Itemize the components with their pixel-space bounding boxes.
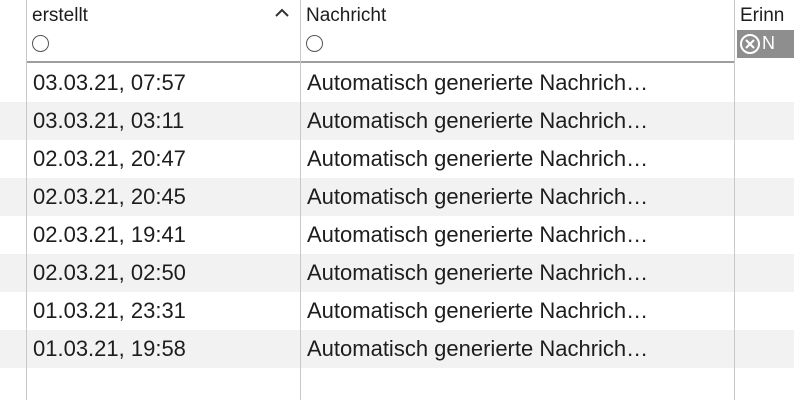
column-header-created[interactable]: erstellt xyxy=(27,0,300,62)
created-cell: 02.03.21, 20:45 xyxy=(33,184,186,209)
table-row[interactable]: 03.03.21, 03:11 Automatisch generierte N… xyxy=(0,102,794,140)
table-header: erstellt Nachricht Erinn N xyxy=(0,0,794,63)
table-row[interactable]: 01.03.21, 19:58 Automatisch generierte N… xyxy=(0,330,794,368)
message-cell: Automatisch generierte Nachrich… xyxy=(307,260,649,285)
chevron-up-icon[interactable] xyxy=(273,6,291,20)
header-divider xyxy=(301,61,734,63)
header-divider xyxy=(27,61,300,63)
table-row[interactable]: 01.03.21, 23:31 Automatisch generierte N… xyxy=(0,292,794,330)
message-cell: Automatisch generierte Nachrich… xyxy=(307,108,649,133)
table-row[interactable]: 02.03.21, 20:47 Automatisch generierte N… xyxy=(0,140,794,178)
created-cell: 03.03.21, 03:11 xyxy=(33,108,185,133)
message-cell: Automatisch generierte Nachrich… xyxy=(307,336,649,361)
message-cell: Automatisch generierte Nachrich… xyxy=(307,222,649,247)
created-cell: 02.03.21, 20:47 xyxy=(33,146,186,171)
created-cell: 01.03.21, 19:58 xyxy=(33,336,186,361)
radio-empty-icon[interactable] xyxy=(32,35,49,52)
table-body: 03.03.21, 07:57 Automatisch generierte N… xyxy=(0,64,794,368)
created-cell: 03.03.21, 07:57 xyxy=(33,70,186,95)
table-row[interactable]: 03.03.21, 07:57 Automatisch generierte N… xyxy=(0,64,794,102)
column-divider[interactable] xyxy=(300,0,301,400)
message-cell: Automatisch generierte Nachrich… xyxy=(307,298,649,323)
column-title-created: erstellt xyxy=(32,5,88,26)
column-divider[interactable] xyxy=(26,0,27,400)
table-row[interactable]: 02.03.21, 20:45 Automatisch generierte N… xyxy=(0,178,794,216)
message-cell: Automatisch generierte Nachrich… xyxy=(307,70,649,95)
column-title-message: Nachricht xyxy=(306,5,387,26)
reminder-filter-chip[interactable]: N xyxy=(737,30,794,58)
created-cell: 01.03.21, 23:31 xyxy=(33,298,186,323)
column-header-message[interactable]: Nachricht xyxy=(301,0,734,62)
message-cell: Automatisch generierte Nachrich… xyxy=(307,184,649,209)
table-row[interactable]: 02.03.21, 02:50 Automatisch generierte N… xyxy=(0,254,794,292)
circle-x-icon[interactable] xyxy=(739,33,761,55)
created-cell: 02.03.21, 02:50 xyxy=(33,260,186,285)
radio-empty-icon[interactable] xyxy=(306,35,323,52)
filter-chip-text: N xyxy=(762,33,775,53)
column-divider[interactable] xyxy=(734,0,735,400)
created-cell: 02.03.21, 19:41 xyxy=(33,222,186,247)
message-cell: Automatisch generierte Nachrich… xyxy=(307,146,649,171)
table-row[interactable]: 02.03.21, 19:41 Automatisch generierte N… xyxy=(0,216,794,254)
column-title-reminder: Erinn xyxy=(740,5,785,26)
